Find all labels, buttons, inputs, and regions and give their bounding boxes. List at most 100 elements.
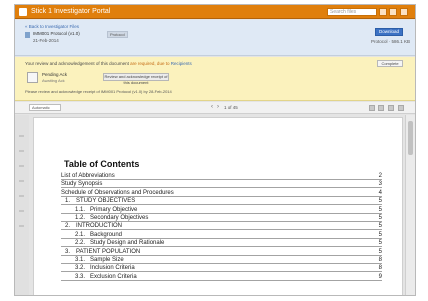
next-page-icon[interactable]: ›: [217, 104, 219, 111]
toc-entry-label: Study Synopsis: [61, 181, 102, 188]
document-type-tag: Protocol: [107, 31, 128, 38]
toc-entry[interactable]: List of Abbreviations 2: [61, 173, 382, 180]
print-icon[interactable]: [388, 105, 394, 111]
toc-entry-label: List of Abbreviations: [61, 173, 115, 180]
toc-entry-text: Schedule of Observations and Procedures: [61, 189, 174, 196]
scroll-thumb[interactable]: [408, 121, 413, 155]
recipients-link[interactable]: Recipients: [171, 61, 192, 66]
toc-entry[interactable]: 2. INTRODUCTION 5: [61, 223, 382, 231]
toc-entry-label: 2.1. Background: [75, 232, 122, 239]
zoom-in-icon[interactable]: [378, 105, 384, 111]
fullscreen-icon[interactable]: [398, 105, 404, 111]
toc-entry[interactable]: 3.1. Sample Size 8: [61, 257, 382, 264]
toc-entry-page: 5: [378, 240, 382, 247]
toc-entry[interactable]: 3. PATIENT POPULATION 5: [61, 249, 382, 256]
toc-entry-text: Study Design and Rationale: [90, 240, 165, 247]
download-button[interactable]: Download: [375, 28, 403, 36]
toc-entry[interactable]: 2.1. Background 5: [61, 232, 382, 239]
toc-entry[interactable]: 3.3. Exclusion Criteria 9: [61, 274, 382, 281]
file-size: Protocol · 586.1 KB: [371, 39, 411, 44]
document-scrollbar[interactable]: [405, 115, 415, 295]
toc-entry-text: Secondary Objectives: [90, 215, 149, 221]
toc-entry-number: 1.2.: [75, 215, 86, 221]
toc-entry[interactable]: 1.2. Secondary Objectives 5: [61, 215, 382, 222]
back-link[interactable]: « Back to Investigator Files: [25, 24, 79, 29]
search-icon[interactable]: [379, 8, 387, 16]
toc-entry-number: 3.: [65, 248, 71, 255]
title-bar: Stick 1 Investigator Portal Search files: [15, 5, 415, 19]
viewer-toolbar: Automatic ‹ › 1 of 45: [15, 102, 415, 114]
toc-entry-page: 8: [378, 265, 382, 272]
toc-entry-label: 3.2. Inclusion Criteria: [75, 265, 135, 272]
toc-entry-page: 5: [378, 223, 382, 230]
document-icon: [25, 32, 30, 38]
document-date: 21-Feb-2014: [33, 38, 59, 43]
toc-entry-page: 9: [378, 273, 382, 280]
toc-entry-text: List of Abbreviations: [61, 173, 115, 179]
acknowledge-button[interactable]: Review and acknowledge receipt of this d…: [103, 73, 169, 85]
toc-entry-number: 3.2.: [75, 265, 86, 272]
toc-entry-text: Background: [90, 231, 123, 238]
page-indicator: 1 of 45: [224, 105, 238, 110]
toc-entry-label: 3.1. Sample Size: [75, 257, 124, 264]
toc-entry-number: 2.1.: [75, 231, 86, 238]
toc-entry-number: 1.1.: [75, 206, 86, 213]
help-icon[interactable]: [389, 8, 397, 16]
toc-entry-text: Sample Size: [90, 257, 124, 263]
complete-button[interactable]: Complete: [377, 60, 403, 67]
pending-status-title: Pending Ack: [42, 72, 68, 77]
toc-entry-label: 3. PATIENT POPULATION: [65, 249, 140, 256]
toc-entry-label: Schedule of Observations and Procedures: [61, 190, 174, 197]
toc-entry-page: 2: [378, 173, 382, 179]
toc-entry-text: Exclusion Criteria: [90, 273, 137, 280]
thumbnail-gutter: [15, 115, 29, 295]
toc-entry-number: 3.1.: [75, 257, 86, 263]
toc-entry-text: Primary Objective: [90, 206, 138, 213]
toc-entry-label: 1.1. Primary Objective: [75, 207, 137, 214]
previous-page-icon[interactable]: ‹: [211, 104, 213, 111]
zoom-select[interactable]: Automatic: [29, 104, 61, 111]
app-logo-icon: [19, 8, 27, 16]
toc-entry[interactable]: Study Synopsis 3: [61, 181, 382, 189]
toc-entry-text: STUDY OBJECTIVES: [76, 198, 136, 205]
toc-heading: Table of Contents: [64, 159, 140, 169]
app-title: Stick 1 Investigator Portal: [31, 8, 111, 15]
notice-message-text: Your review and acknowledgement of this …: [25, 61, 129, 66]
pending-status-subtitle: Awaiting Ack: [42, 78, 65, 83]
toc-entry-page: 4: [378, 189, 382, 196]
toc-entry-page: 5: [378, 231, 382, 238]
pending-document-icon: [27, 72, 38, 83]
notice-instructions: Please review and acknowledge receipt of…: [25, 89, 172, 94]
app-window: Stick 1 Investigator Portal Search files…: [14, 4, 416, 296]
user-menu-icon[interactable]: [400, 8, 408, 16]
toc-entry-label: 1. STUDY OBJECTIVES: [65, 198, 135, 205]
toc-entry-page: 5: [378, 198, 382, 205]
gutter-marker: [19, 195, 24, 197]
toc-entry[interactable]: Schedule of Observations and Procedures 4: [61, 190, 382, 197]
document-page: Table of Contents List of Abbreviations 2…: [33, 117, 403, 295]
toc-entry-number: 2.: [65, 223, 71, 230]
notice-message: Your review and acknowledgement of this …: [25, 61, 192, 66]
gutter-marker: [19, 165, 24, 167]
toc-entry-label: 2. INTRODUCTION: [65, 223, 122, 230]
gutter-marker: [19, 225, 24, 227]
toc-entry-number: 3.3.: [75, 273, 86, 280]
toc-entry[interactable]: 2.2. Study Design and Rationale 5: [61, 240, 382, 248]
document-info-bar: « Back to Investigator Files IMM001 Prot…: [15, 20, 415, 56]
gutter-marker: [19, 150, 24, 152]
toc-entry[interactable]: 1. STUDY OBJECTIVES 5: [61, 198, 382, 206]
toc-entry-text: INTRODUCTION: [76, 223, 122, 230]
toc-entry-text: PATIENT POPULATION: [76, 248, 141, 255]
toc-entry-label: 2.2. Study Design and Rationale: [75, 240, 164, 247]
toc-entry-number: 2.2.: [75, 240, 86, 247]
toc-entry[interactable]: 1.1. Primary Objective 5: [61, 207, 382, 214]
toc-entry[interactable]: 3.2. Inclusion Criteria 8: [61, 265, 382, 273]
search-input[interactable]: Search files: [327, 8, 377, 16]
zoom-out-icon[interactable]: [369, 105, 375, 111]
acknowledgement-notice: Your review and acknowledgement of this …: [15, 57, 415, 101]
toc-entry-page: 3: [378, 181, 382, 188]
toc-entry-text: Study Synopsis: [61, 181, 103, 188]
gutter-marker: [19, 135, 24, 137]
toc-entry-text: Inclusion Criteria: [90, 265, 135, 272]
toc-entry-label: 1.2. Secondary Objectives: [75, 215, 148, 222]
